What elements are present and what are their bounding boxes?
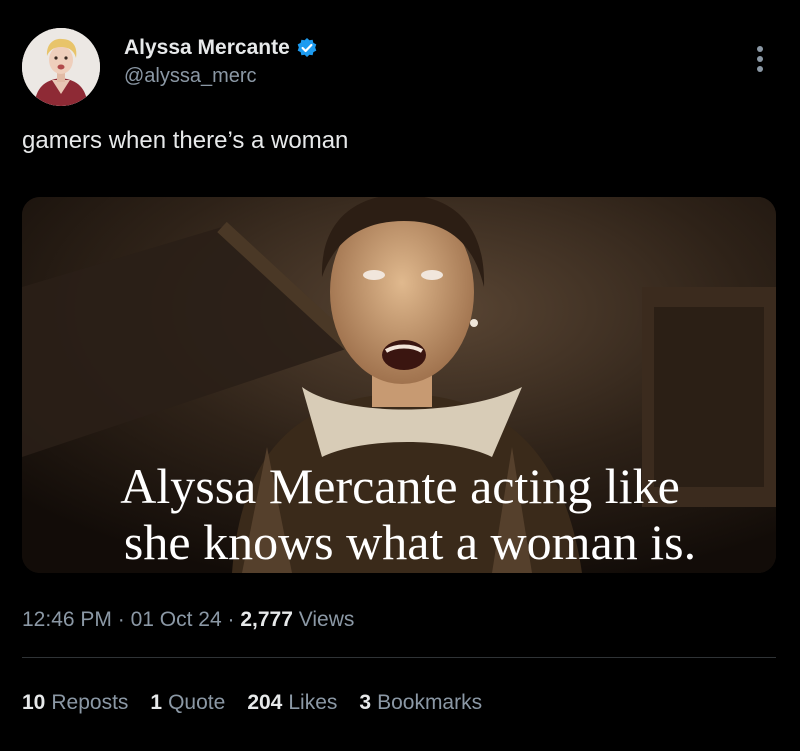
tweet-time[interactable]: 12:46 PM	[22, 608, 112, 631]
bookmarks-label: Bookmarks	[377, 691, 483, 714]
bookmarks-stat[interactable]: 3 Bookmarks	[359, 688, 482, 718]
divider	[22, 657, 776, 658]
avatar[interactable]	[22, 28, 100, 106]
reposts-count: 10	[22, 691, 46, 714]
meta-separator: ·	[227, 608, 235, 631]
views-count: 2,777	[240, 608, 293, 631]
meme-caption-line-2: she knows what a woman is.	[123, 514, 697, 570]
handle[interactable]: @alyssa_merc	[124, 64, 318, 88]
likes-label: Likes	[288, 691, 338, 714]
tweet-text: gamers when there’s a woman	[22, 127, 349, 154]
likes-stat[interactable]: 204 Likes	[247, 688, 337, 718]
display-name-row: Alyssa Mercante	[124, 36, 318, 60]
more-options-icon[interactable]	[748, 42, 772, 76]
tweet-meta: 12:46 PM · 01 Oct 24 · 2,777 Views	[22, 605, 354, 635]
meme-caption: Alyssa Mercante acting like she knows wh…	[0, 458, 800, 570]
tweet-date[interactable]: 01 Oct 24	[131, 608, 222, 631]
profile-photo-icon	[22, 28, 100, 106]
engagement-stats: 10 Reposts 1 Quote 204 Likes 3 Bookmarks	[22, 688, 482, 718]
views-label: Views	[298, 608, 355, 631]
bookmarks-count: 3	[359, 691, 372, 714]
meme-caption-line-1: Alyssa Mercante acting like	[120, 458, 680, 514]
reposts-stat[interactable]: 10 Reposts	[22, 688, 128, 718]
display-name[interactable]: Alyssa Mercante	[124, 36, 290, 60]
quotes-count: 1	[150, 691, 163, 714]
likes-count: 204	[247, 691, 283, 714]
meta-separator: ·	[117, 608, 125, 631]
verified-badge-icon	[296, 37, 318, 59]
reposts-label: Reposts	[51, 691, 129, 714]
author-info: Alyssa Mercante @alyssa_merc	[124, 36, 318, 88]
quotes-label: Quote	[168, 691, 226, 714]
tweet-card: Alyssa Mercante @alyssa_merc gamers when…	[0, 0, 800, 751]
quotes-stat[interactable]: 1 Quote	[150, 688, 225, 718]
